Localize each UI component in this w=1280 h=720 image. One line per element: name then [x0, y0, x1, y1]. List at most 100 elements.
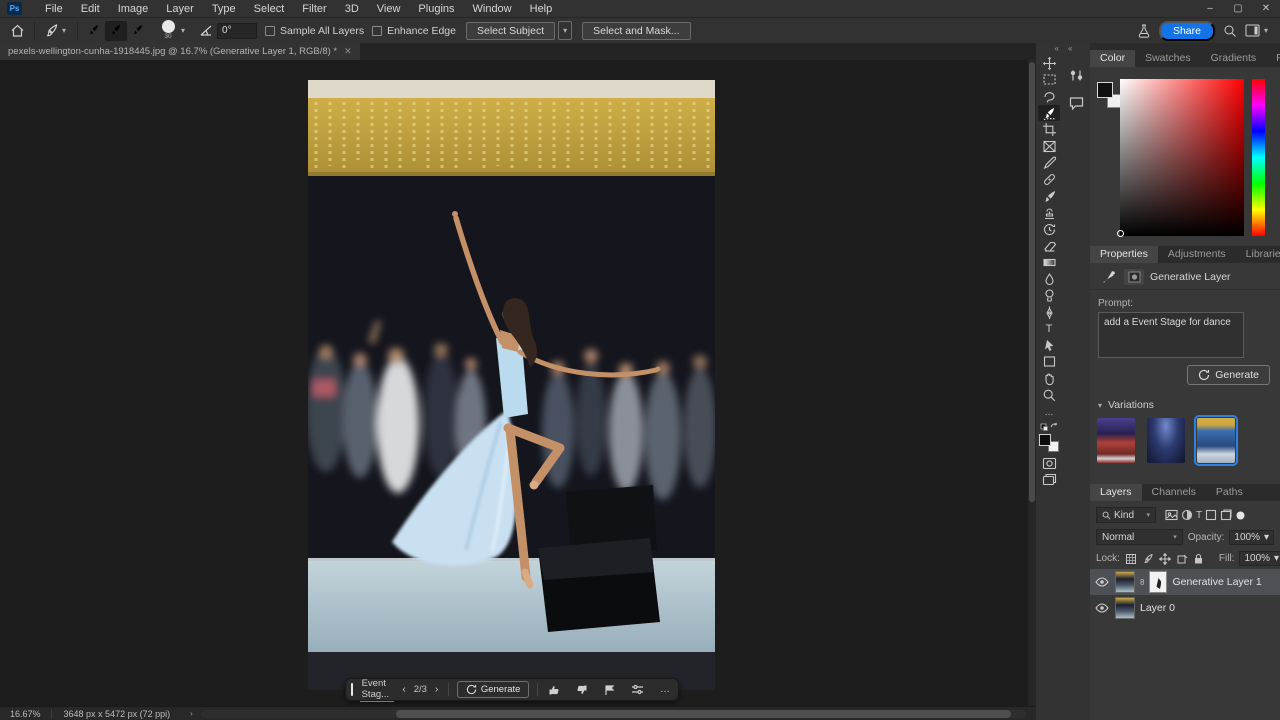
workspace-switcher-icon[interactable]: ▾	[1245, 24, 1270, 37]
history-panel-icon[interactable]	[1065, 65, 1087, 85]
foreground-color-chip[interactable]	[1039, 434, 1051, 446]
history-brush-tool[interactable]	[1038, 221, 1060, 238]
search-icon[interactable]	[1223, 24, 1237, 38]
lock-transparent-pixels-icon[interactable]	[1125, 553, 1137, 565]
eyedropper-tool[interactable]	[1038, 155, 1060, 172]
menu-type[interactable]: Type	[203, 1, 245, 17]
foreground-background-colors[interactable]	[1039, 434, 1059, 452]
prompt-textarea[interactable]: add a Event Stage for dance	[1098, 312, 1244, 358]
quick-mask-mode-button[interactable]	[1038, 455, 1060, 472]
brush-tool[interactable]	[1038, 188, 1060, 205]
tab-libraries[interactable]: Libraries	[1236, 246, 1280, 263]
fill-field[interactable]: 100%▾	[1239, 551, 1280, 566]
home-icon[interactable]	[6, 20, 29, 42]
angle-field[interactable]: 0°	[217, 23, 257, 39]
canvas-image[interactable]	[308, 80, 715, 690]
variation-thumbnail-2[interactable]	[1147, 418, 1185, 463]
menu-window[interactable]: Window	[464, 1, 521, 17]
select-subject-dropdown[interactable]: ▾	[558, 21, 572, 40]
selection-brush-tool[interactable]	[1038, 105, 1060, 122]
menu-file[interactable]: File	[36, 1, 72, 17]
brush-size-picker[interactable]: 30	[157, 19, 179, 43]
menu-layer[interactable]: Layer	[157, 1, 203, 17]
lock-artboard-icon[interactable]	[1176, 553, 1188, 565]
brush-mode-add-selection[interactable]	[105, 21, 127, 41]
lock-image-pixels-icon[interactable]	[1142, 553, 1154, 565]
zoom-level-field[interactable]: 16.67%	[0, 709, 51, 719]
tech-preview-flask-icon[interactable]	[1137, 23, 1151, 38]
taskbar-generate-button[interactable]: Generate	[457, 681, 530, 698]
blur-tool[interactable]	[1038, 271, 1060, 288]
chevron-down-icon[interactable]: ▾	[179, 26, 187, 35]
layer-name[interactable]: Generative Layer 1	[1172, 576, 1261, 588]
horizontal-scrollbar-thumb[interactable]	[396, 710, 1011, 718]
tool-preset-icon[interactable]: ▾	[40, 20, 72, 42]
layer-thumbnail[interactable]	[1115, 597, 1135, 619]
taskbar-drag-handle[interactable]	[351, 683, 353, 696]
layer-visibility-eye-icon[interactable]	[1094, 603, 1110, 613]
horizontal-scrollbar[interactable]	[201, 710, 1026, 718]
properties-sliders-icon[interactable]	[623, 684, 652, 695]
tab-properties[interactable]: Properties	[1090, 246, 1158, 263]
report-flag-icon[interactable]	[596, 684, 623, 696]
crop-tool[interactable]	[1038, 121, 1060, 138]
previous-variation-button[interactable]: ‹	[394, 684, 413, 695]
variation-thumbnail-3-selected[interactable]	[1197, 418, 1235, 463]
filter-shape-layers-icon[interactable]	[1205, 509, 1217, 521]
tab-patterns[interactable]: Patterns	[1266, 50, 1280, 67]
next-variation-button[interactable]: ›	[427, 684, 446, 695]
lasso-tool[interactable]	[1038, 88, 1060, 105]
layer-filter-dropdown[interactable]: Kind ▾	[1096, 507, 1156, 523]
tab-layers[interactable]: Layers	[1090, 484, 1142, 501]
variation-thumbnail-1[interactable]	[1097, 418, 1135, 463]
eraser-tool[interactable]	[1038, 238, 1060, 255]
share-button[interactable]: Share	[1159, 21, 1215, 41]
canvas-pasteboard[interactable]	[0, 60, 1028, 706]
tab-color[interactable]: Color	[1090, 50, 1135, 67]
hue-slider[interactable]	[1252, 79, 1265, 236]
status-chevron-icon[interactable]: ›	[182, 709, 201, 718]
filter-adjustment-layers-icon[interactable]	[1181, 509, 1193, 521]
foreground-color-chip[interactable]	[1097, 82, 1113, 98]
comments-panel-icon[interactable]	[1065, 93, 1087, 113]
minimize-button[interactable]: –	[1196, 0, 1224, 17]
enhance-edge-checkbox[interactable]	[372, 26, 382, 36]
type-tool[interactable]: T	[1038, 321, 1060, 338]
pen-tool[interactable]	[1038, 304, 1060, 321]
opacity-field[interactable]: 100%▾	[1229, 530, 1274, 545]
filter-pixel-layers-icon[interactable]	[1165, 509, 1178, 521]
zoom-tool[interactable]	[1038, 387, 1060, 404]
select-subject-button[interactable]: Select Subject	[466, 22, 555, 40]
generate-button[interactable]: Generate	[1187, 365, 1270, 385]
layer-thumbnail[interactable]	[1115, 571, 1135, 593]
menu-filter[interactable]: Filter	[293, 1, 335, 17]
dodge-tool[interactable]	[1038, 287, 1060, 304]
layer-mask-thumbnail[interactable]	[1149, 571, 1167, 593]
screen-mode-button[interactable]	[1038, 472, 1060, 489]
thumbs-up-icon[interactable]	[540, 684, 568, 696]
menu-3d[interactable]: 3D	[336, 1, 368, 17]
tab-gradients[interactable]: Gradients	[1201, 50, 1267, 67]
saturation-brightness-field[interactable]	[1120, 79, 1244, 236]
filter-smart-objects-icon[interactable]	[1220, 509, 1232, 521]
layer-visibility-eye-icon[interactable]	[1094, 577, 1110, 587]
document-tab[interactable]: pexels-wellington-cunha-1918445.jpg @ 16…	[0, 43, 360, 60]
tab-channels[interactable]: Channels	[1142, 484, 1206, 501]
lock-all-icon[interactable]	[1193, 553, 1204, 565]
sample-all-layers-checkbox[interactable]	[265, 26, 275, 36]
taskbar-prompt-input[interactable]: Event Stag...	[360, 677, 395, 702]
tab-adjustments[interactable]: Adjustments	[1158, 246, 1236, 263]
menu-edit[interactable]: Edit	[72, 1, 109, 17]
layer-row-generative-layer-1[interactable]: 8 Generative Layer 1	[1090, 569, 1280, 595]
layer-name[interactable]: Layer 0	[1140, 602, 1175, 614]
filter-toggle-icon[interactable]	[1235, 510, 1246, 521]
edit-toolbar-icon[interactable]: …	[1038, 403, 1060, 420]
vertical-scrollbar-thumb[interactable]	[1029, 62, 1035, 502]
move-tool[interactable]	[1038, 55, 1060, 72]
menu-plugins[interactable]: Plugins	[409, 1, 463, 17]
default-swap-colors-icon[interactable]	[1038, 420, 1060, 432]
tab-paths[interactable]: Paths	[1206, 484, 1253, 501]
clone-stamp-tool[interactable]	[1038, 204, 1060, 221]
filter-type-layers-icon[interactable]: T	[1196, 510, 1202, 521]
tab-close-icon[interactable]: ✕	[344, 46, 352, 57]
